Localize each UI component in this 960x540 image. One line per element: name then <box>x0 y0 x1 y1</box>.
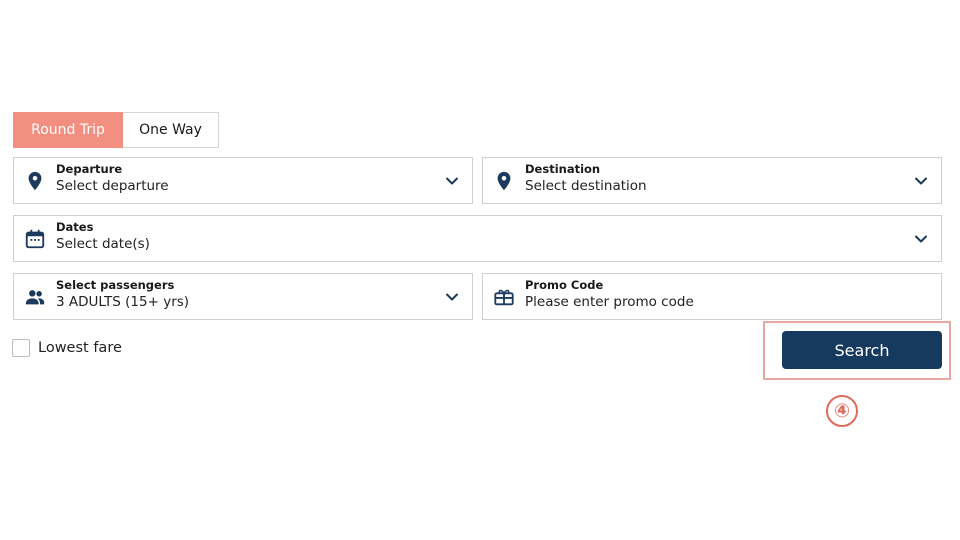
people-icon <box>24 286 46 308</box>
one-way-tab[interactable]: One Way <box>123 112 219 148</box>
dates-label: Dates <box>56 220 94 234</box>
dates-placeholder: Select date(s) <box>56 236 150 252</box>
gift-card-icon <box>493 286 515 308</box>
lowest-fare-option[interactable]: Lowest fare <box>12 339 122 357</box>
chevron-down-icon[interactable] <box>913 173 929 189</box>
trip-type-toggle: Round Trip One Way <box>13 112 219 148</box>
lowest-fare-label: Lowest fare <box>38 340 122 356</box>
departure-field[interactable]: Departure Select departure <box>13 157 473 204</box>
departure-label: Departure <box>56 162 123 176</box>
search-button[interactable]: Search <box>782 331 942 369</box>
step-marker: ④ <box>826 395 858 427</box>
chevron-down-icon[interactable] <box>444 173 460 189</box>
map-pin-icon <box>24 170 46 192</box>
calendar-icon <box>24 228 46 250</box>
passengers-value: 3 ADULTS (15+ yrs) <box>56 294 190 310</box>
departure-placeholder: Select departure <box>56 178 169 194</box>
destination-field[interactable]: Destination Select destination <box>482 157 942 204</box>
destination-placeholder: Select destination <box>525 178 647 194</box>
passengers-field[interactable]: Select passengers 3 ADULTS (15+ yrs) <box>13 273 473 320</box>
promo-code-input[interactable]: Please enter promo code <box>525 293 694 312</box>
lowest-fare-checkbox[interactable] <box>12 339 30 357</box>
promo-code-label: Promo Code <box>525 278 604 292</box>
round-trip-tab[interactable]: Round Trip <box>13 112 123 148</box>
map-pin-icon <box>493 170 515 192</box>
chevron-down-icon[interactable] <box>913 231 929 247</box>
destination-label: Destination <box>525 162 601 176</box>
promo-code-field[interactable]: Promo Code Please enter promo code <box>482 273 942 320</box>
chevron-down-icon[interactable] <box>444 289 460 305</box>
dates-field[interactable]: Dates Select date(s) <box>13 215 942 262</box>
passengers-label: Select passengers <box>56 278 175 292</box>
